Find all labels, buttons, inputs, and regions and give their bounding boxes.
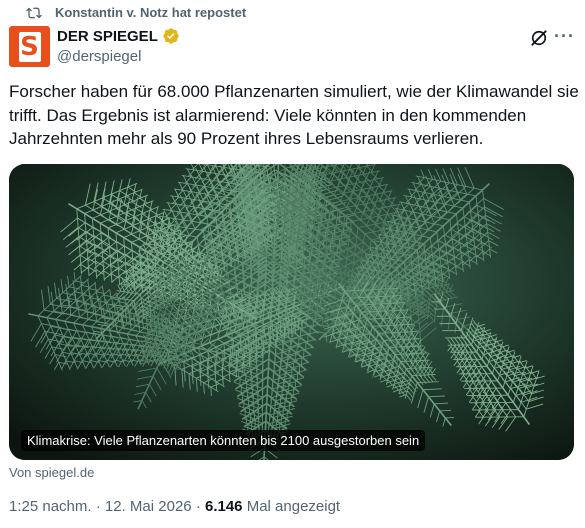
tweet-meta: 1:25 nachm. · 12. Mai 2026 · 6.146 Mal a…: [9, 498, 340, 515]
repost-indicator[interactable]: Konstantin v. Notz hat repostet: [26, 5, 247, 20]
grok-icon[interactable]: [529, 28, 549, 48]
repost-icon: [26, 7, 42, 19]
author-name-row[interactable]: DER SPIEGEL: [57, 27, 180, 45]
card-caption: Klimakrise: Viele Pflanzenarten könnten …: [21, 430, 426, 451]
meta-separator: ·: [95, 498, 101, 515]
tweet-time[interactable]: 1:25 nachm.: [9, 498, 92, 515]
repost-text: Konstantin v. Notz hat repostet: [55, 5, 247, 20]
avatar-logo: S: [18, 31, 41, 62]
tweet-date[interactable]: 12. Mai 2026: [105, 498, 192, 515]
verified-badge-icon: [163, 28, 179, 44]
tweet-text: Forscher haben für 68.000 Pflanzenarten …: [9, 82, 579, 148]
more-options-button[interactable]: ···: [554, 26, 575, 47]
link-card[interactable]: Klimakrise: Viele Pflanzenarten könnten …: [9, 164, 574, 460]
card-source[interactable]: Von spiegel.de: [9, 465, 94, 480]
views-label: Mal angezeigt: [246, 498, 341, 515]
author-name[interactable]: DER SPIEGEL: [57, 28, 158, 45]
view-count: 6.146: [204, 498, 243, 515]
author-handle[interactable]: @derspiegel: [57, 48, 141, 65]
card-image: [9, 164, 574, 460]
meta-separator: ·: [195, 498, 201, 515]
avatar[interactable]: S: [9, 26, 50, 67]
